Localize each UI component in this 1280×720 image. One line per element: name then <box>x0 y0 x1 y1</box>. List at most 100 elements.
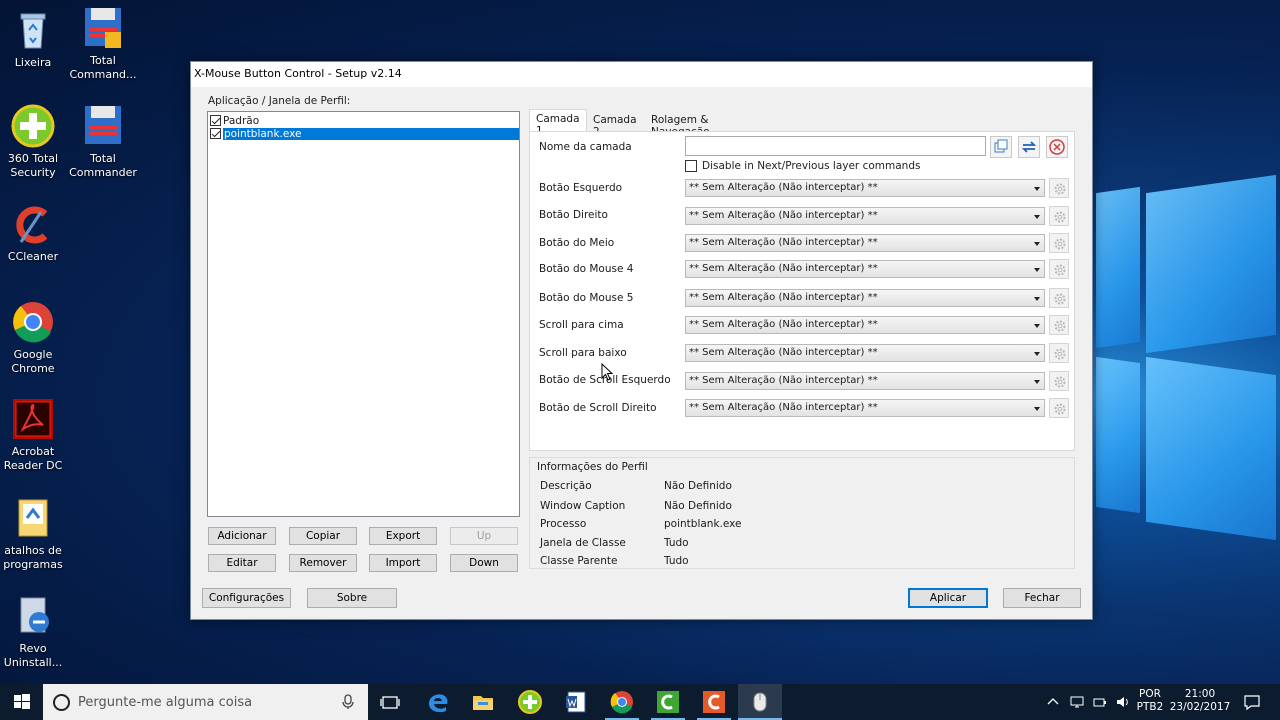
apply-button[interactable]: Aplicar <box>908 588 988 608</box>
taskbar-app-xmouse[interactable] <box>738 684 782 720</box>
layer-name-input[interactable] <box>685 136 986 156</box>
tab-rolagem-navegacao[interactable]: Rolagem & Navegação <box>645 111 769 138</box>
desktop-icon-360-security[interactable]: 360 Total Security <box>0 104 69 180</box>
copy-profile-button[interactable]: Copiar <box>289 527 357 545</box>
list-item-pointblank[interactable]: pointblank.exe <box>208 127 519 140</box>
profiles-list[interactable]: Padrão pointblank.exe <box>207 111 520 517</box>
import-profile-button[interactable]: Import <box>369 554 437 572</box>
taskbar-app-360[interactable] <box>517 689 543 715</box>
mapping-settings-mouse5[interactable] <box>1049 288 1069 308</box>
disable-layer-checkbox[interactable] <box>685 160 697 172</box>
desktop-icon-revo[interactable]: Revo Uninstall... <box>0 594 69 670</box>
mapping-settings-scroll-right[interactable] <box>1049 398 1069 418</box>
windows-start-icon <box>14 694 30 709</box>
mapping-settings-mouse4[interactable] <box>1049 259 1069 279</box>
desktop-icon-chrome[interactable]: Google Chrome <box>0 300 69 376</box>
copy-icon <box>994 139 1008 153</box>
mapping-settings-scroll-left[interactable] <box>1049 371 1069 391</box>
taskbar-app-camtasia[interactable] <box>655 689 681 715</box>
chrome-icon <box>11 300 55 344</box>
list-item-padrao[interactable]: Padrão <box>208 114 519 127</box>
gear-icon <box>1054 376 1066 388</box>
info-label-description: Descrição <box>540 480 592 492</box>
mapping-select-mouse4[interactable]: ** Sem Alteração (Não interceptar) ** <box>685 260 1045 278</box>
mapping-settings-scroll-up[interactable] <box>1049 315 1069 335</box>
clear-icon <box>1049 139 1065 155</box>
about-button[interactable]: Sobre <box>307 588 397 608</box>
ccleaner-icon <box>11 202 55 246</box>
360-security-icon <box>11 104 55 148</box>
desktop-icon-shortcuts-folder[interactable]: atalhos de programas <box>0 496 69 572</box>
mapping-value: ** Sem Alteração (Não interceptar) ** <box>689 292 878 303</box>
clear-layer-button[interactable] <box>1046 136 1068 158</box>
taskbar-app-word[interactable] <box>563 689 589 715</box>
battery-icon[interactable] <box>1092 694 1108 710</box>
move-up-button[interactable]: Up <box>450 527 518 545</box>
desktop-icon-total-commander[interactable]: Total Command... <box>67 6 139 82</box>
tab-camada-1[interactable]: Camada 1 <box>529 109 587 137</box>
mapping-select-scroll-left[interactable]: ** Sem Alteração (Não interceptar) ** <box>685 372 1045 390</box>
clock[interactable]: 21:00 23/02/2017 <box>1168 688 1232 714</box>
close-button[interactable]: Fechar <box>1003 588 1081 608</box>
tab-camada-2[interactable]: Camada 2 <box>587 111 645 138</box>
notifications-icon[interactable] <box>1243 693 1261 711</box>
move-down-button[interactable]: Down <box>450 554 518 572</box>
mapping-select-scroll-down[interactable]: ** Sem Alteração (Não interceptar) ** <box>685 344 1045 362</box>
mapping-settings-middle[interactable] <box>1049 233 1069 253</box>
mapping-label-left: Botão Esquerdo <box>539 182 623 194</box>
mapping-select-middle[interactable]: ** Sem Alteração (Não interceptar) ** <box>685 234 1045 252</box>
taskbar-app-ccleaner[interactable] <box>701 689 727 715</box>
desktop-icon-recycle-bin[interactable]: Lixeira <box>0 8 69 70</box>
taskbar-app-explorer[interactable] <box>470 689 496 715</box>
edge-icon <box>429 694 448 713</box>
export-profile-button[interactable]: Export <box>369 527 437 545</box>
profile-checkbox[interactable] <box>210 128 221 139</box>
cortana-icon <box>53 694 70 711</box>
dropdown-arrow-icon <box>1034 187 1040 191</box>
search-box[interactable]: Pergunte-me alguma coisa <box>43 684 368 720</box>
mouse-cursor-icon <box>601 363 613 381</box>
taskbar-app-edge[interactable] <box>425 689 451 715</box>
add-profile-button[interactable]: Adicionar <box>208 527 276 545</box>
dropdown-arrow-icon <box>1034 380 1040 384</box>
taskbar: Pergunte-me alguma coisa POR PTB2 21:00 <box>0 684 1280 720</box>
taskbar-app-chrome[interactable] <box>609 689 635 715</box>
microphone-icon[interactable] <box>341 694 355 710</box>
mapping-select-scroll-right[interactable]: ** Sem Alteração (Não interceptar) ** <box>685 399 1045 417</box>
disable-layer-option[interactable]: Disable in Next/Previous layer commands <box>685 160 920 172</box>
mapping-select-mouse5[interactable]: ** Sem Alteração (Não interceptar) ** <box>685 289 1045 307</box>
desktop-icon-acrobat[interactable]: Acrobat Reader DC <box>0 397 69 473</box>
dropdown-arrow-icon <box>1034 324 1040 328</box>
window-titlebar[interactable]: X-Mouse Button Control - Setup v2.14 <box>191 62 1092 87</box>
profile-name: Padrão <box>223 114 260 127</box>
profile-checkbox[interactable] <box>210 115 221 126</box>
start-button[interactable] <box>9 689 35 715</box>
volume-icon[interactable] <box>1115 694 1131 710</box>
mapping-select-left[interactable]: ** Sem Alteração (Não interceptar) ** <box>685 179 1045 197</box>
layer-panel: Nome da camada Disable in Next/Previous … <box>529 131 1075 451</box>
language-indicator[interactable]: POR PTB2 <box>1136 688 1164 714</box>
mapping-select-right[interactable]: ** Sem Alteração (Não interceptar) ** <box>685 207 1045 225</box>
gear-icon <box>1054 211 1066 223</box>
ccleaner-icon <box>703 691 725 713</box>
settings-button[interactable]: Configurações <box>202 588 291 608</box>
swap-layer-button[interactable] <box>1018 136 1040 158</box>
mapping-settings-scroll-down[interactable] <box>1049 343 1069 363</box>
desktop-icon-ccleaner[interactable]: CCleaner <box>0 202 69 264</box>
mapping-value: ** Sem Alteração (Não interceptar) ** <box>689 347 878 358</box>
mapping-value: ** Sem Alteração (Não interceptar) ** <box>689 182 878 193</box>
network-icon[interactable] <box>1069 694 1085 710</box>
folder-shortcut-icon <box>11 496 55 540</box>
task-view-button[interactable] <box>377 689 403 715</box>
mapping-settings-right[interactable] <box>1049 206 1069 226</box>
camtasia-icon <box>657 691 679 713</box>
gear-icon <box>1054 348 1066 360</box>
chevron-up-icon[interactable] <box>1047 696 1059 706</box>
edit-profile-button[interactable]: Editar <box>208 554 276 572</box>
remove-profile-button[interactable]: Remover <box>289 554 357 572</box>
copy-layer-button[interactable] <box>990 136 1012 158</box>
mapping-settings-left[interactable] <box>1049 178 1069 198</box>
dropdown-arrow-icon <box>1034 297 1040 301</box>
mapping-select-scroll-up[interactable]: ** Sem Alteração (Não interceptar) ** <box>685 316 1045 334</box>
desktop-icon-total-commander-2[interactable]: Total Commander <box>67 104 139 180</box>
